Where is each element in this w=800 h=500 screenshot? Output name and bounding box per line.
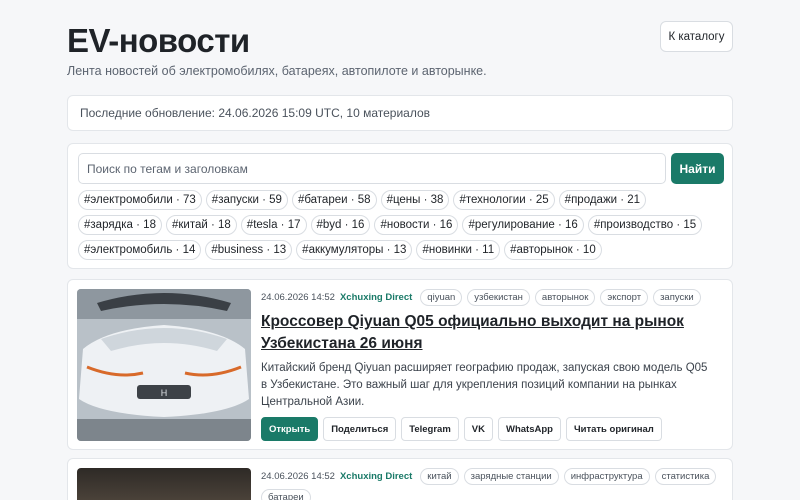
tag-chip[interactable]: #byd · 16	[310, 215, 371, 235]
article-card: 24.06.2026 14:52 Xchuxing Direct китай з…	[67, 458, 733, 500]
article-description: Китайский бренд Qiyuan расширяет географ…	[261, 362, 708, 408]
status-text: Последние обновление: 24.06.2026 15:09 U…	[80, 106, 431, 120]
article-tag[interactable]: экспорт	[600, 289, 649, 306]
vk-button[interactable]: VK	[463, 417, 493, 441]
tag-chip[interactable]: #китай · 18	[165, 215, 237, 235]
tag-chip[interactable]: #business · 13	[205, 240, 293, 260]
article-source[interactable]: Xchuxing Direct	[340, 471, 412, 482]
article-meta-row: батареи	[261, 489, 311, 500]
tag-chip[interactable]: #электромобили · 73	[78, 190, 202, 210]
tag-chip[interactable]: #регулирование · 16	[462, 215, 584, 235]
article-meta: 24.06.2026 14:52 Xchuxing Direct китай з…	[261, 468, 717, 485]
article-tag[interactable]: запуски	[653, 289, 701, 306]
article-thumbnail[interactable]	[77, 468, 251, 500]
tag-chip[interactable]: #электромобиль · 14	[78, 240, 202, 260]
tag-chip[interactable]: #аккумуляторы · 13	[296, 240, 413, 260]
catalog-button[interactable]: К каталогу	[660, 21, 733, 52]
search-input[interactable]	[78, 153, 666, 184]
article-source[interactable]: Xchuxing Direct	[340, 292, 412, 303]
tag-chip[interactable]: #цены · 38	[380, 190, 450, 210]
article-title[interactable]: Кроссовер Qiyuan Q05 официально выходит …	[261, 311, 701, 355]
article-tag[interactable]: авторынок	[534, 289, 596, 306]
svg-text:H: H	[161, 388, 168, 398]
telegram-button[interactable]: Telegram	[401, 417, 459, 441]
article-date: 24.06.2026 14:52	[261, 471, 335, 482]
article-meta: 24.06.2026 14:52 Xchuxing Direct qiyuan …	[261, 289, 701, 306]
article-actions: Открыть Поделиться Telegram VK WhatsApp …	[261, 417, 662, 441]
open-button[interactable]: Открыть	[261, 417, 319, 441]
article-date: 24.06.2026 14:52	[261, 292, 335, 303]
article-tag[interactable]: зарядные станции	[463, 468, 559, 485]
tag-chip[interactable]: #зарядка · 18	[78, 215, 162, 235]
article-card: H 24.06.2026 14:52 Xchuxing Direct qiyua…	[67, 279, 733, 450]
article-thumbnail[interactable]: H	[77, 289, 251, 441]
article-tag[interactable]: статистика	[654, 468, 717, 485]
page-title: EV-новости	[67, 22, 250, 59]
page-subtitle: Лента новостей об электромобилях, батаре…	[67, 64, 487, 78]
tag-chip[interactable]: #технологии · 25	[453, 190, 555, 210]
tag-chip[interactable]: #батареи · 58	[291, 190, 377, 210]
article-tag[interactable]: китай	[420, 468, 459, 485]
search-panel: Найти #электромобили · 73 #запуски · 59 …	[67, 143, 733, 269]
read-original-button[interactable]: Читать оригинал	[565, 417, 662, 441]
car-image-icon: H	[77, 289, 251, 441]
article-tag[interactable]: инфраструктура	[563, 468, 650, 485]
header: EV-новости Лента новостей об электромоби…	[67, 0, 733, 95]
tag-chip[interactable]: #запуски · 59	[205, 190, 288, 210]
tag-cloud: #электромобили · 73 #запуски · 59 #батар…	[78, 190, 728, 260]
tag-chip[interactable]: #новости · 16	[374, 215, 459, 235]
share-button[interactable]: Поделиться	[323, 417, 397, 441]
article-tag[interactable]: узбекистан	[467, 289, 530, 306]
tag-chip[interactable]: #авторынок · 10	[504, 240, 602, 260]
article-tag[interactable]: батареи	[261, 489, 311, 500]
tag-chip[interactable]: #новинки · 11	[416, 240, 501, 260]
tag-chip[interactable]: #производство · 15	[587, 215, 703, 235]
status-panel: Последние обновление: 24.06.2026 15:09 U…	[67, 95, 733, 131]
article-tag[interactable]: qiyuan	[420, 289, 463, 306]
whatsapp-button[interactable]: WhatsApp	[497, 417, 561, 441]
tag-chip[interactable]: #продажи · 21	[558, 190, 647, 210]
page: EV-новости Лента новостей об электромоби…	[67, 0, 733, 500]
search-button[interactable]: Найти	[671, 153, 724, 184]
tag-chip[interactable]: #tesla · 17	[240, 215, 307, 235]
